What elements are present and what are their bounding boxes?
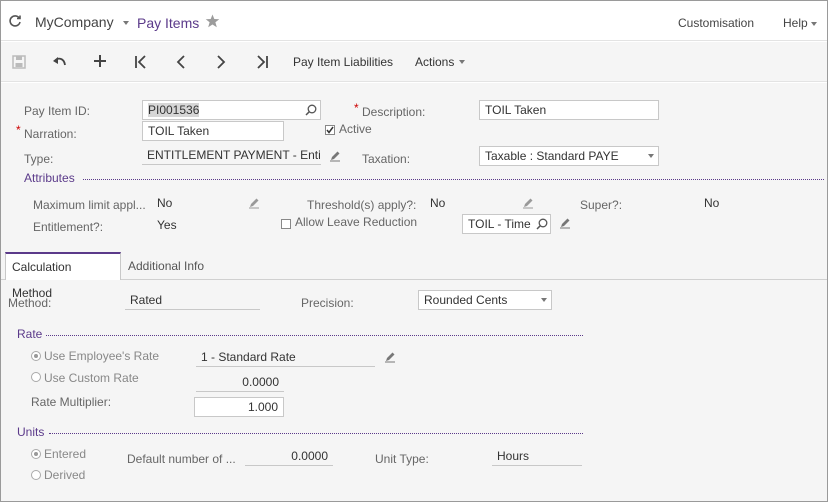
description-required-marker: * (354, 101, 359, 115)
description-label: Description: (362, 105, 426, 119)
threshold-value: No (430, 196, 446, 210)
narration-label: Narration: (24, 127, 77, 141)
undo-icon[interactable] (52, 55, 68, 69)
favorite-star-icon[interactable] (205, 14, 220, 28)
pay-item-id-label: Pay Item ID: (24, 104, 91, 118)
attributes-section-title: Attributes (24, 171, 75, 185)
use-employee-rate-label: Use Employee's Rate (44, 349, 160, 363)
use-employee-rate-radio[interactable] (31, 351, 41, 361)
pay-item-id-value: PI001536 (148, 103, 200, 117)
search-icon[interactable] (536, 218, 548, 230)
company-chevron-down-icon[interactable] (123, 21, 129, 25)
unit-type-value[interactable]: Hours (492, 448, 582, 466)
precision-chevron-down-icon[interactable] (541, 298, 547, 302)
units-entered-label: Entered (44, 447, 87, 461)
units-divider (49, 433, 583, 434)
actions-menu[interactable]: Actions (415, 55, 454, 69)
use-custom-rate-radio[interactable] (31, 372, 41, 382)
taxation-chevron-down-icon[interactable] (648, 154, 654, 158)
max-limit-label: Maximum limit appl... (33, 198, 146, 212)
unit-type-label: Unit Type: (375, 452, 429, 466)
rate-divider (46, 335, 583, 336)
employee-rate-value[interactable]: 1 - Standard Rate (196, 349, 375, 367)
units-entered-radio[interactable] (31, 449, 41, 459)
type-value[interactable]: ENTITLEMENT PAYMENT - Enti (142, 147, 321, 165)
default-number-value[interactable]: 0.0000 (245, 448, 333, 466)
help-chevron-down-icon[interactable] (811, 22, 817, 26)
super-value: No (704, 196, 720, 210)
narration-required-marker: * (16, 123, 21, 137)
custom-rate-value[interactable]: 0.0000 (196, 374, 284, 392)
method-value[interactable]: Rated (125, 292, 260, 310)
page-title: Pay Items (137, 15, 200, 31)
first-record-icon[interactable] (134, 55, 148, 69)
next-record-icon[interactable] (215, 55, 227, 69)
units-section-title: Units (17, 425, 45, 439)
top-header: MyCompany Pay Items Customisation Help (1, 1, 827, 41)
save-icon[interactable] (12, 55, 26, 69)
taxation-label: Taxation: (362, 152, 411, 166)
narration-input[interactable]: TOIL Taken (142, 121, 284, 141)
pay-item-id-input[interactable]: PI001536 (142, 100, 321, 120)
method-label: Method: (8, 296, 52, 310)
search-icon[interactable] (305, 104, 317, 116)
previous-record-icon[interactable] (175, 55, 187, 69)
attributes-divider (83, 179, 824, 180)
customisation-menu[interactable]: Customisation (678, 16, 754, 30)
actions-chevron-down-icon[interactable] (459, 60, 465, 64)
precision-select[interactable]: Rounded Cents (418, 290, 552, 310)
units-derived-radio[interactable] (31, 470, 41, 480)
tab-calculation-method[interactable]: Calculation Method (5, 252, 121, 300)
edit-pencil-icon[interactable] (329, 150, 341, 162)
type-label: Type: (24, 152, 54, 166)
tab-additional-info[interactable]: Additional Info (122, 253, 210, 281)
add-icon[interactable] (93, 54, 107, 68)
description-input[interactable]: TOIL Taken (479, 100, 659, 120)
help-menu[interactable]: Help (783, 16, 808, 30)
allow-leave-reduction-checkbox[interactable] (281, 219, 291, 229)
max-limit-value: No (157, 196, 173, 210)
edit-pencil-icon[interactable] (522, 197, 534, 209)
active-label: Active (339, 122, 372, 136)
pay-item-liabilities-button[interactable]: Pay Item Liabilities (293, 55, 393, 69)
default-number-label: Default number of ... (127, 452, 236, 466)
threshold-label: Threshold(s) apply?: (307, 198, 417, 212)
form-area: Pay Item ID: PI001536 * Description: TOI… (1, 83, 827, 501)
toolbar: Pay Item Liabilities Actions (1, 42, 827, 82)
super-label: Super?: (580, 198, 623, 212)
rate-multiplier-input[interactable]: 1.000 (194, 397, 284, 417)
entitlement-value: Yes (157, 218, 177, 232)
entitlement-label: Entitlement?: (33, 220, 104, 234)
units-derived-label: Derived (44, 468, 86, 482)
edit-pencil-icon[interactable] (384, 351, 396, 363)
rate-multiplier-label: Rate Multiplier: (31, 395, 112, 409)
edit-pencil-icon[interactable] (248, 197, 260, 209)
company-name[interactable]: MyCompany (35, 14, 114, 30)
checkmark-icon (326, 126, 334, 134)
precision-label: Precision: (301, 296, 354, 310)
last-record-icon[interactable] (255, 55, 269, 69)
rate-section-title: Rate (17, 327, 43, 341)
use-custom-rate-label: Use Custom Rate (44, 371, 139, 385)
edit-pencil-icon[interactable] (559, 217, 571, 229)
active-checkbox[interactable] (325, 125, 335, 135)
refresh-icon[interactable] (8, 14, 22, 28)
allow-leave-reduction-label: Allow Leave Reduction (295, 215, 418, 229)
taxation-select[interactable]: Taxable : Standard PAYE (479, 146, 659, 166)
